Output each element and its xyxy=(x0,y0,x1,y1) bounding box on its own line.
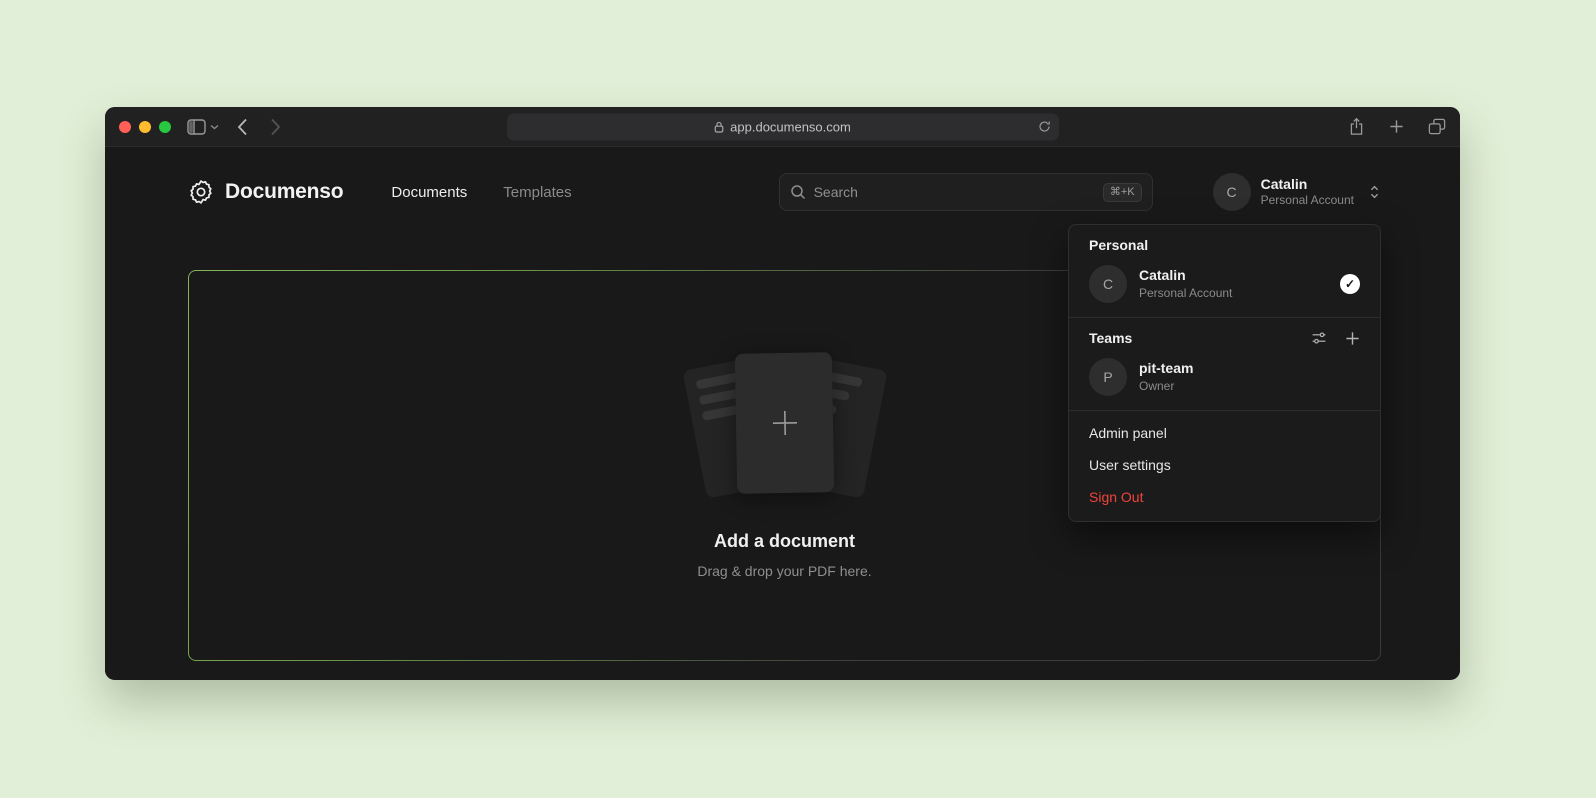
browser-nav-controls xyxy=(187,118,281,136)
brand-name: Documenso xyxy=(225,180,343,204)
browser-window: app.documenso.com xyxy=(105,107,1460,680)
team-avatar: P xyxy=(1089,358,1127,396)
zoom-window-button[interactable] xyxy=(159,121,171,133)
chevron-up-down-icon xyxy=(1368,184,1381,200)
personal-account-meta: Catalin Personal Account xyxy=(1139,268,1232,300)
documents-illustration xyxy=(678,353,892,503)
dropzone-title: Add a document xyxy=(714,531,855,552)
sign-out-item[interactable]: Sign Out xyxy=(1069,481,1380,513)
search-input[interactable] xyxy=(814,184,1095,200)
team-name: pit-team xyxy=(1139,361,1193,376)
nav-templates[interactable]: Templates xyxy=(503,184,571,201)
teams-actions xyxy=(1311,330,1360,346)
team-item[interactable]: P pit-team Owner xyxy=(1069,354,1380,404)
brand[interactable]: Documenso xyxy=(188,179,343,205)
selected-check-icon: ✓ xyxy=(1340,274,1360,294)
manage-teams-icon[interactable] xyxy=(1311,330,1327,346)
personal-account-avatar: C xyxy=(1089,265,1127,303)
personal-account-type: Personal Account xyxy=(1139,287,1232,300)
share-icon[interactable] xyxy=(1348,117,1365,136)
nav-documents[interactable]: Documents xyxy=(391,184,467,201)
account-name: Catalin xyxy=(1261,177,1354,192)
lock-icon xyxy=(714,120,724,133)
personal-account-name: Catalin xyxy=(1139,268,1232,283)
app-header: Documenso Documents Templates ⌘+K C xyxy=(105,147,1460,211)
team-meta: pit-team Owner xyxy=(1139,361,1193,393)
browser-toolbar-right xyxy=(1348,117,1446,136)
dropzone-subtitle: Drag & drop your PDF here. xyxy=(697,563,871,579)
account-dropdown-menu: Personal C Catalin Personal Account ✓ Te… xyxy=(1068,224,1381,522)
admin-panel-item[interactable]: Admin panel xyxy=(1069,417,1380,449)
menu-divider xyxy=(1069,317,1380,318)
sidebar-chevron-down-icon[interactable] xyxy=(210,124,219,130)
user-settings-item[interactable]: User settings xyxy=(1069,449,1380,481)
teams-section-label: Teams xyxy=(1089,330,1132,346)
create-team-plus-icon[interactable] xyxy=(1345,330,1360,346)
search-box[interactable]: ⌘+K xyxy=(779,173,1153,211)
personal-account-item[interactable]: C Catalin Personal Account ✓ xyxy=(1069,261,1380,311)
browser-titlebar: app.documenso.com xyxy=(105,107,1460,147)
documenso-logo-icon xyxy=(188,179,214,205)
search-icon xyxy=(790,184,806,200)
menu-divider xyxy=(1069,410,1380,411)
account-avatar: C xyxy=(1213,173,1251,211)
tab-overview-icon[interactable] xyxy=(1428,118,1446,135)
documenso-page: Documenso Documents Templates ⌘+K C xyxy=(105,147,1460,679)
refresh-icon[interactable] xyxy=(1038,120,1051,134)
plus-icon xyxy=(769,407,800,438)
window-controls xyxy=(119,121,171,133)
account-type: Personal Account xyxy=(1261,194,1354,207)
new-tab-plus-icon[interactable] xyxy=(1389,119,1404,134)
teams-section-header: Teams xyxy=(1069,324,1380,354)
search-shortcut-badge: ⌘+K xyxy=(1103,183,1142,202)
sidebar-toggle-icon[interactable] xyxy=(187,119,206,135)
forward-button-icon[interactable] xyxy=(270,118,281,136)
address-bar[interactable]: app.documenso.com xyxy=(507,113,1059,140)
illustration-card-center xyxy=(734,352,833,494)
url-text: app.documenso.com xyxy=(730,119,851,134)
account-meta: Catalin Personal Account xyxy=(1261,177,1354,208)
back-button-icon[interactable] xyxy=(237,118,248,136)
main-nav: Documents Templates xyxy=(391,184,571,201)
account-menu-button[interactable]: C Catalin Personal Account xyxy=(1213,173,1381,211)
minimize-window-button[interactable] xyxy=(139,121,151,133)
team-role: Owner xyxy=(1139,380,1193,393)
personal-section-label: Personal xyxy=(1069,235,1380,261)
close-window-button[interactable] xyxy=(119,121,131,133)
